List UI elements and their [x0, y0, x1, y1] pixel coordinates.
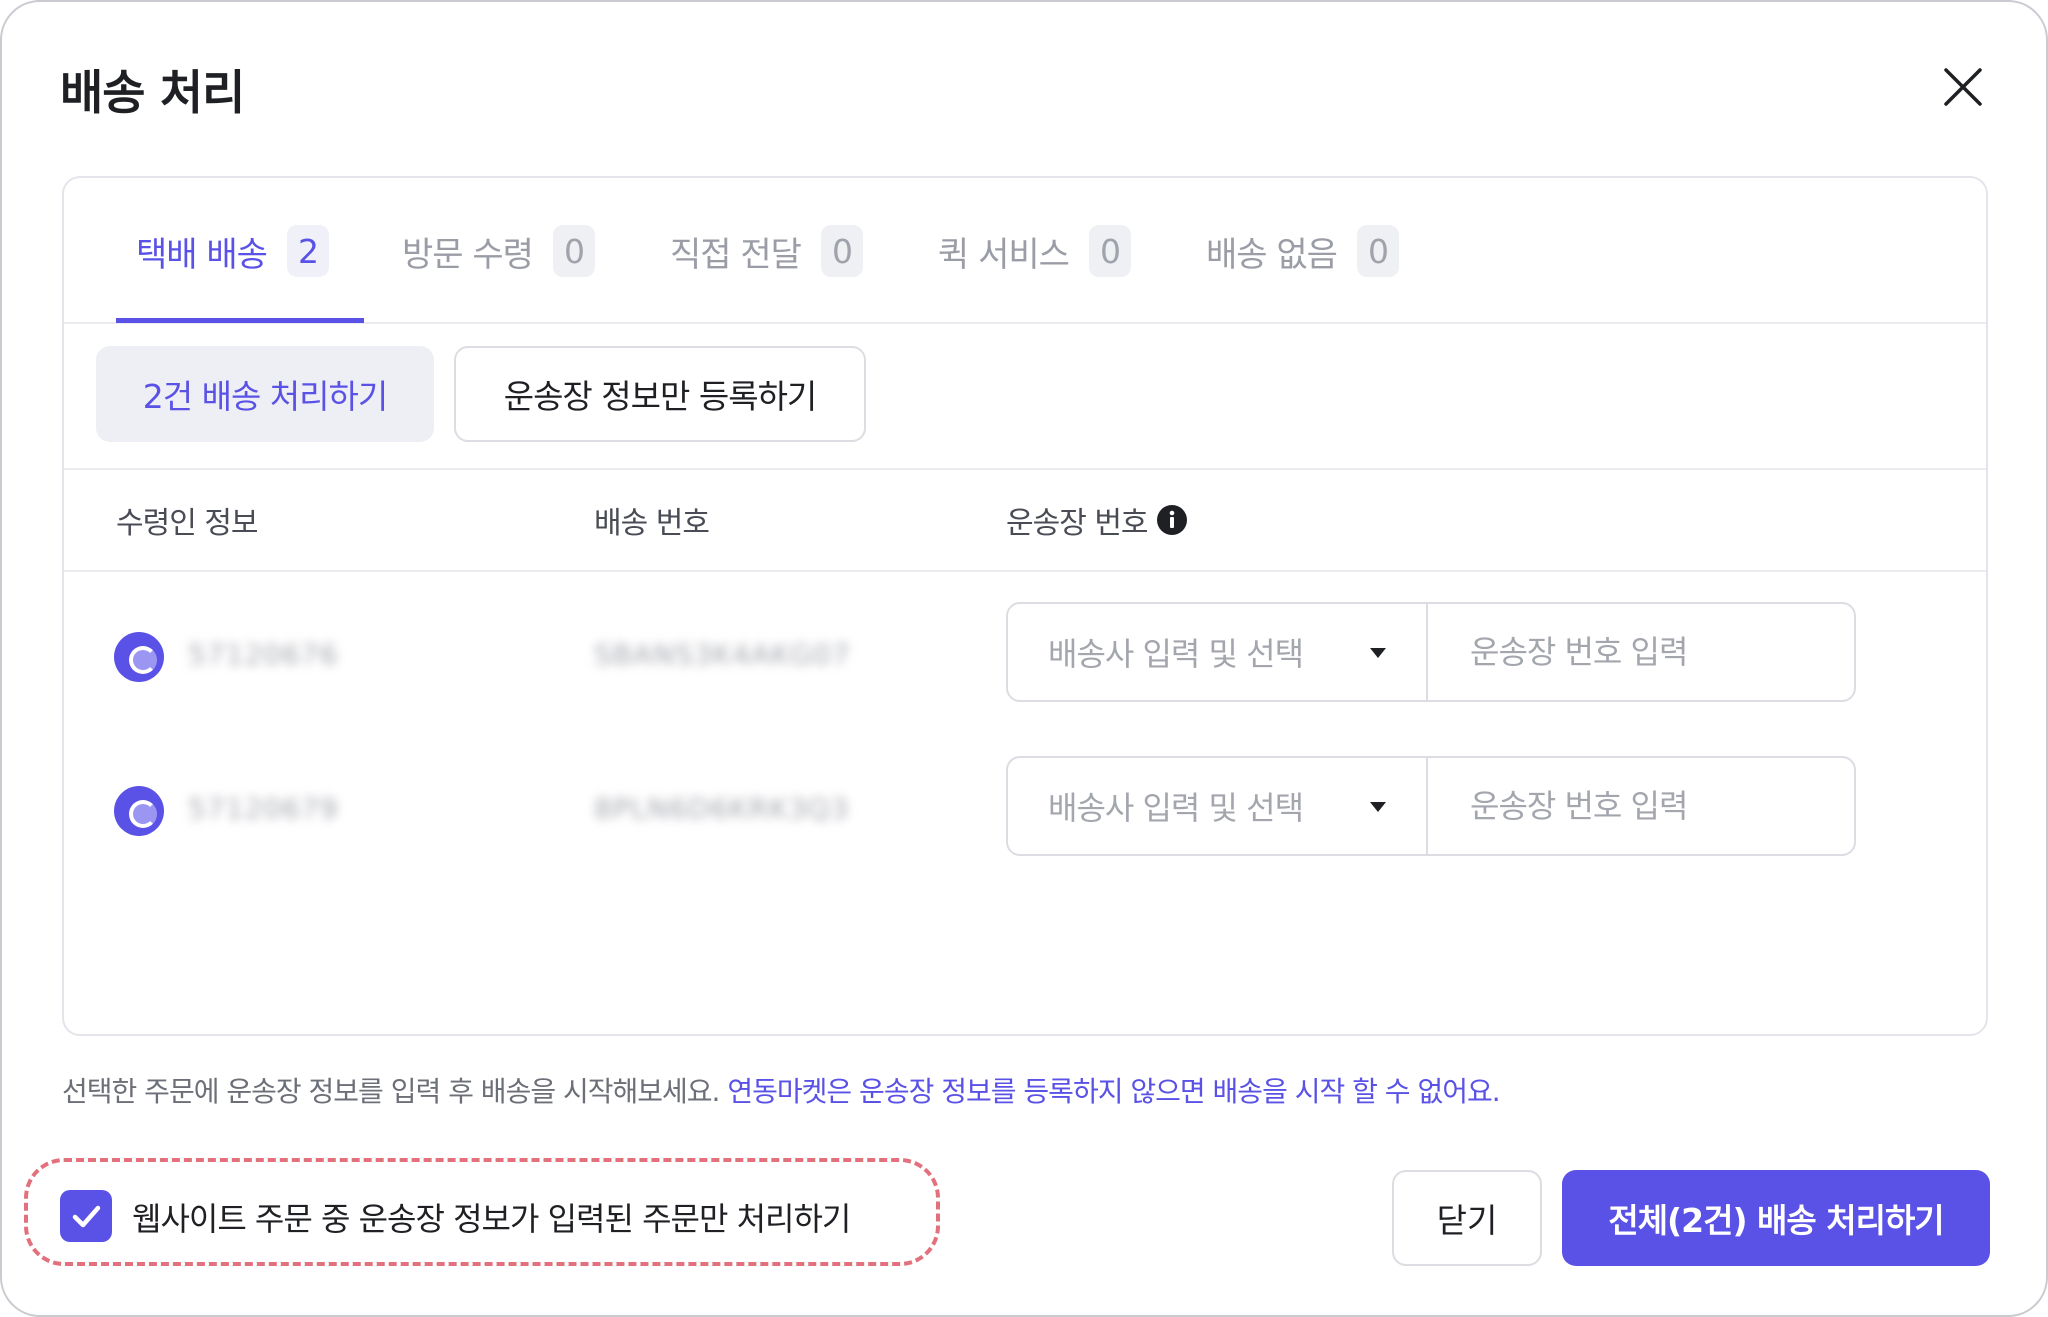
shipping-number: 8PLN6D6KRK3Q3 — [594, 792, 850, 825]
tab-pickup[interactable]: 방문 수령 0 — [402, 178, 595, 324]
tab-label: 배송 없음 — [1206, 234, 1338, 275]
caret-down-icon — [1370, 802, 1386, 812]
shipping-number: SBANS3K4AKG07 — [594, 638, 851, 671]
checkmark-icon — [72, 1205, 101, 1228]
carrier-placeholder: 배송사 입력 및 선택 — [1048, 789, 1304, 827]
shipping-panel: 택배 배송 2 방문 수령 0 직접 전달 0 퀵 서비스 0 배송 없음 0 … — [62, 176, 1988, 1036]
tab-count-badge: 0 — [1088, 225, 1131, 277]
tracking-input-group: 배송사 입력 및 선택 — [1006, 756, 1856, 856]
recipient-info: 5712067​6 — [188, 638, 339, 671]
website-orders-only-label[interactable]: 웹사이트 주문 중 운송장 정보가 입력된 주문만 처리하기 — [132, 1194, 851, 1240]
table-row: 57120679 8PLN6D6KRK3Q3 배송사 입력 및 선택 — [64, 756, 1986, 860]
header-tracking-label: 운송장 번호 — [1006, 506, 1149, 541]
tracking-number-input[interactable] — [1430, 758, 1854, 854]
tracking-number-input[interactable] — [1430, 604, 1854, 700]
tab-count-badge: 2 — [286, 225, 329, 277]
tab-count-badge: 0 — [552, 225, 595, 277]
dialog-title: 배송 처리 — [60, 66, 245, 121]
table-header: 수령인 정보 배송 번호 운송장 번호 — [64, 468, 1986, 572]
table-row: 5712067​6 SBANS3K4AKG07 배송사 입력 및 선택 — [64, 602, 1986, 706]
shipping-dialog: 배송 처리 택배 배송 2 방문 수령 0 직접 전달 0 퀵 서비스 0 배송… — [0, 0, 2048, 1317]
carrier-placeholder: 배송사 입력 및 선택 — [1048, 635, 1304, 673]
tab-label: 퀵 서비스 — [938, 234, 1070, 275]
process-selected-button[interactable]: 2건 배송 처리하기 — [96, 346, 434, 442]
active-tab-indicator — [116, 318, 364, 323]
caret-down-icon — [1370, 648, 1386, 658]
shipping-notice: 선택한 주문에 운송장 정보를 입력 후 배송을 시작해보세요. 연동마켓은 운… — [62, 1070, 1501, 1110]
tab-label: 직접 전달 — [670, 234, 802, 275]
register-tracking-only-button[interactable]: 운송장 정보만 등록하기 — [454, 346, 866, 442]
recipient-info: 57120679 — [188, 792, 339, 825]
info-icon[interactable] — [1156, 504, 1188, 536]
market-logo-icon — [114, 786, 164, 836]
close-icon[interactable] — [1932, 56, 1994, 118]
carrier-select[interactable]: 배송사 입력 및 선택 — [1008, 604, 1428, 700]
notice-text: 선택한 주문에 운송장 정보를 입력 후 배송을 시작해보세요. — [62, 1075, 728, 1108]
tracking-input-group: 배송사 입력 및 선택 — [1006, 602, 1856, 702]
close-button[interactable]: 닫기 — [1392, 1170, 1542, 1266]
tab-direct-delivery[interactable]: 직접 전달 0 — [670, 178, 863, 324]
carrier-select[interactable]: 배송사 입력 및 선택 — [1008, 758, 1428, 854]
website-orders-only-checkbox[interactable] — [60, 1190, 112, 1242]
tab-label: 방문 수령 — [402, 234, 534, 275]
tab-count-badge: 0 — [1356, 225, 1399, 277]
header-recipient: 수령인 정보 — [116, 506, 259, 541]
header-shipping-number: 배송 번호 — [594, 506, 710, 541]
tab-label: 택배 배송 — [136, 234, 268, 275]
process-all-button[interactable]: 전체(2건) 배송 처리하기 — [1562, 1170, 1990, 1266]
shipping-method-tabs: 택배 배송 2 방문 수령 0 직접 전달 0 퀵 서비스 0 배송 없음 0 — [64, 178, 1986, 324]
tab-quick-service[interactable]: 퀵 서비스 0 — [938, 178, 1131, 324]
notice-highlight: 연동마켓은 운송장 정보를 등록하지 않으면 배송을 시작 할 수 없어요. — [727, 1075, 1500, 1108]
tab-parcel-delivery[interactable]: 택배 배송 2 — [136, 178, 329, 324]
tab-no-shipping[interactable]: 배송 없음 0 — [1206, 178, 1399, 324]
market-logo-icon — [114, 632, 164, 682]
header-tracking-number: 운송장 번호 — [1006, 470, 1188, 570]
tab-count-badge: 0 — [820, 225, 863, 277]
